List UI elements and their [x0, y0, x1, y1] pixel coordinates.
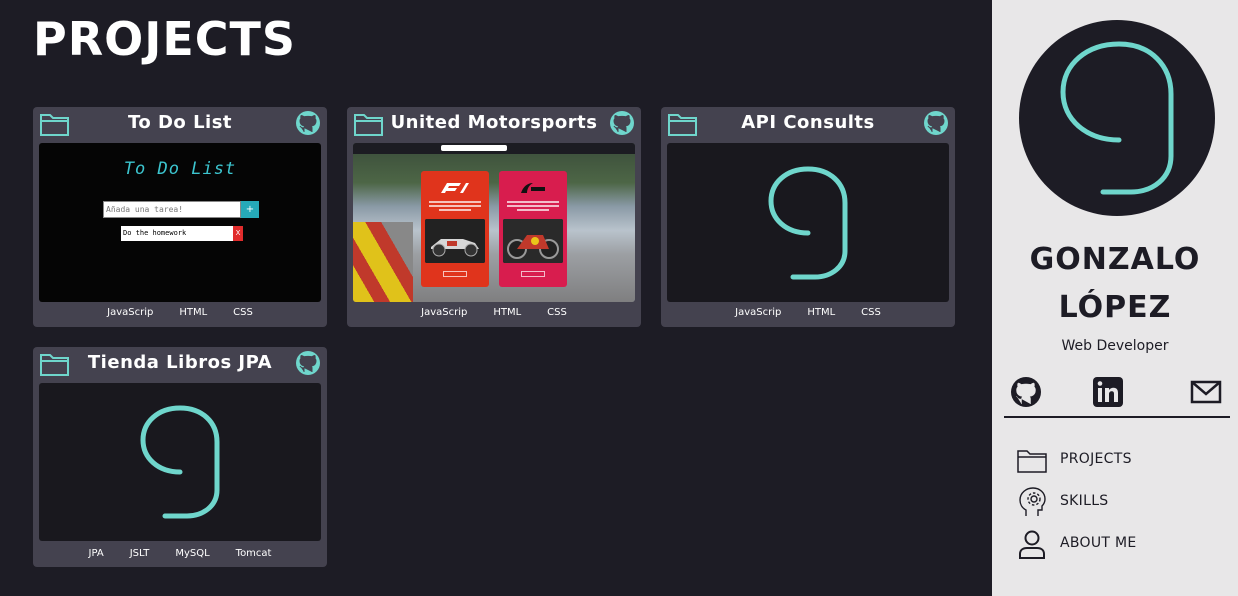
project-title[interactable]: United Motorsports — [387, 112, 601, 133]
preview-button — [521, 271, 545, 277]
preview-navbar — [353, 143, 635, 154]
preview-photo — [425, 219, 485, 263]
preview-button — [443, 271, 467, 277]
project-card-api-consults[interactable]: API Consults JavaScrip HTML CSS — [661, 107, 955, 327]
nav-item-projects[interactable]: PROJECTS — [1016, 440, 1216, 482]
tag: JavaScrip — [735, 307, 782, 318]
tag: JPA — [88, 548, 104, 559]
motogp-logo — [521, 183, 545, 193]
sidebar-nav: PROJECTS SKILLS ABOUT ME — [1016, 440, 1216, 566]
tag: CSS — [233, 307, 253, 318]
preview-task-input: Añada una tarea! — [103, 201, 241, 218]
folder-icon — [40, 354, 69, 376]
f1-logo — [441, 183, 469, 193]
main-content: PROJECTS To Do List To Do List Añada una… — [0, 0, 992, 596]
avatar — [1019, 20, 1215, 216]
last-name: LÓPEZ — [1058, 290, 1172, 325]
nav-item-about-me[interactable]: ABOUT ME — [1016, 524, 1216, 566]
tag: JavaScrip — [421, 307, 468, 318]
profile-sidebar: GONZALO LÓPEZ Web Developer PROJECTS SKI… — [992, 0, 1238, 596]
tag: JSLT — [129, 548, 150, 559]
tag: CSS — [547, 307, 567, 318]
project-card-tienda-libros[interactable]: Tienda Libros JPA JPA JSLT MySQL Tomcat — [33, 347, 327, 567]
preview-background — [353, 143, 635, 302]
head-gear-icon — [1019, 487, 1046, 516]
linkedin-icon[interactable] — [1092, 376, 1124, 408]
project-title[interactable]: Tienda Libros JPA — [73, 352, 287, 373]
preview-search — [441, 145, 507, 151]
nav-item-skills[interactable]: SKILLS — [1016, 482, 1216, 524]
card-header: Tienda Libros JPA — [33, 347, 327, 383]
folder-icon — [1017, 450, 1047, 473]
tag-list: JavaScrip HTML CSS — [347, 307, 641, 318]
project-title[interactable]: To Do List — [73, 112, 287, 133]
tag-list: JavaScrip HTML CSS — [661, 307, 955, 318]
tag: MySQL — [175, 548, 210, 559]
mail-icon[interactable] — [1190, 376, 1222, 408]
github-icon[interactable] — [295, 110, 321, 136]
preview-heading: To Do List — [123, 159, 237, 179]
user-icon — [1019, 530, 1045, 559]
preview-text — [507, 201, 559, 211]
folder-icon — [668, 114, 697, 136]
g-logo-icon — [768, 165, 848, 279]
tag: HTML — [179, 307, 208, 318]
preview-task-item: Do the homework — [121, 226, 233, 241]
tag: Tomcat — [235, 548, 272, 559]
card-header: To Do List — [33, 107, 327, 143]
folder-icon — [40, 114, 69, 136]
nav-label: PROJECTS — [1060, 451, 1132, 467]
job-title: Web Developer — [1061, 338, 1169, 354]
preview-text — [429, 201, 481, 211]
nav-label: SKILLS — [1060, 493, 1109, 509]
first-name: GONZALO — [1029, 242, 1201, 277]
project-card-todo[interactable]: To Do List To Do List Añada una tarea! +… — [33, 107, 327, 327]
g-logo-icon — [140, 405, 220, 519]
social-links — [1004, 374, 1230, 418]
preview-photo — [503, 219, 563, 263]
page-title: PROJECTS — [33, 12, 297, 66]
tag: HTML — [807, 307, 836, 318]
project-preview[interactable] — [39, 383, 321, 541]
github-icon[interactable] — [295, 350, 321, 376]
github-icon[interactable] — [609, 110, 635, 136]
tag: CSS — [861, 307, 881, 318]
preview-delete-button: X — [233, 226, 243, 241]
tag: HTML — [493, 307, 522, 318]
card-header: United Motorsports — [347, 107, 641, 143]
project-preview[interactable]: To Do List Añada una tarea! + Do the hom… — [39, 143, 321, 302]
preview-f1-card — [421, 171, 489, 287]
project-preview[interactable] — [353, 143, 635, 302]
preview-motogp-card — [499, 171, 567, 287]
preview-add-button: + — [241, 201, 259, 218]
project-card-united-motorsports[interactable]: United Motorsports JavaScrip HTML CSS — [347, 107, 641, 327]
project-preview[interactable] — [667, 143, 949, 302]
github-icon[interactable] — [923, 110, 949, 136]
tag: JavaScrip — [107, 307, 154, 318]
nav-label: ABOUT ME — [1060, 535, 1137, 551]
github-icon[interactable] — [1010, 376, 1042, 408]
g-logo-icon — [1060, 41, 1174, 195]
project-title[interactable]: API Consults — [701, 112, 915, 133]
card-header: API Consults — [661, 107, 955, 143]
tag-list: JavaScrip HTML CSS — [33, 307, 327, 318]
tag-list: JPA JSLT MySQL Tomcat — [33, 548, 327, 559]
folder-icon — [354, 114, 383, 136]
